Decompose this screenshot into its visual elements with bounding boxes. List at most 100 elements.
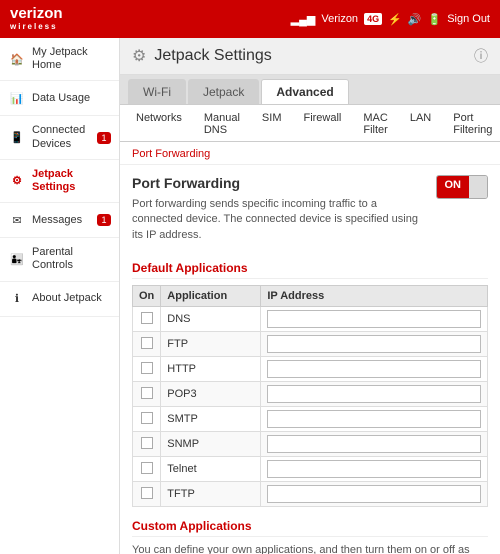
sidebar-item-parental-controls[interactable]: 👨‍👧 Parental Controls — [0, 238, 119, 281]
table-header-row: On Application IP Address — [133, 286, 488, 307]
sub-tab-bar: Networks Manual DNS SIM Firewall MAC Fil… — [120, 105, 500, 142]
default-row-on — [133, 407, 161, 432]
default-row-app: POP3 — [161, 382, 261, 407]
default-row-ip — [261, 382, 488, 407]
checkbox-icon[interactable] — [141, 312, 153, 324]
checkbox-icon[interactable] — [141, 462, 153, 474]
custom-apps-section: Custom Applications You can define your … — [132, 519, 488, 554]
checkbox-icon[interactable] — [141, 487, 153, 499]
default-row-ip — [261, 457, 488, 482]
connected-devices-badge: 1 — [97, 132, 111, 144]
subtab-manual-dns[interactable]: Manual DNS — [196, 109, 248, 141]
breadcrumb-bar: Port Forwarding — [120, 142, 500, 165]
lte-badge: 4G — [364, 13, 382, 25]
checkbox-icon[interactable] — [141, 412, 153, 424]
messages-icon: ✉ — [8, 211, 26, 229]
col-on: On — [133, 286, 161, 307]
default-row-app: Telnet — [161, 457, 261, 482]
default-row-app: DNS — [161, 307, 261, 332]
default-row-ip — [261, 357, 488, 382]
default-apps-table: On Application IP Address DNS FTP HTTP P… — [132, 285, 488, 507]
table-row: Telnet — [133, 457, 488, 482]
volume-icon: 🔊 — [408, 13, 422, 26]
port-forwarding-text: Port Forwarding Port forwarding sends sp… — [132, 175, 436, 251]
default-ip-input[interactable] — [267, 360, 481, 378]
default-ip-input[interactable] — [267, 410, 481, 428]
subtab-port-filtering[interactable]: Port Filtering — [445, 109, 500, 141]
table-row: POP3 — [133, 382, 488, 407]
default-row-app: HTTP — [161, 357, 261, 382]
devices-icon: 📱 — [8, 129, 26, 147]
default-ip-input[interactable] — [267, 435, 481, 453]
layout: 🏠 My Jetpack Home 📊 Data Usage 📱 Connect… — [0, 38, 500, 554]
parental-icon: 👨‍👧 — [8, 250, 26, 268]
breadcrumb[interactable]: Port Forwarding — [132, 148, 210, 160]
sidebar-item-about-jetpack[interactable]: ℹ About Jetpack — [0, 282, 119, 317]
home-icon: 🏠 — [8, 50, 26, 68]
default-ip-input[interactable] — [267, 485, 481, 503]
checkbox-icon[interactable] — [141, 362, 153, 374]
main-content: ⚙ Jetpack Settings ⓘ Wi-Fi Jetpack Advan… — [120, 38, 500, 554]
default-apps-body: DNS FTP HTTP POP3 SMTP SNMP Telnet — [133, 307, 488, 507]
default-ip-input[interactable] — [267, 460, 481, 478]
sidebar-item-data-usage[interactable]: 📊 Data Usage — [0, 81, 119, 116]
tab-advanced[interactable]: Advanced — [261, 79, 348, 104]
subtab-lan[interactable]: LAN — [402, 109, 439, 141]
default-row-on — [133, 307, 161, 332]
sign-out-button[interactable]: Sign Out — [447, 13, 490, 25]
default-row-app: SNMP — [161, 432, 261, 457]
sidebar-item-messages[interactable]: ✉ Messages 1 — [0, 203, 119, 238]
tab-bar: Wi-Fi Jetpack Advanced — [120, 75, 500, 105]
table-row: SMTP — [133, 407, 488, 432]
default-row-on — [133, 432, 161, 457]
page-info-icon[interactable]: ⓘ — [474, 46, 488, 66]
default-ip-input[interactable] — [267, 335, 481, 353]
default-row-app: SMTP — [161, 407, 261, 432]
default-row-app: FTP — [161, 332, 261, 357]
default-ip-input[interactable] — [267, 310, 481, 328]
page-title: Jetpack Settings — [154, 47, 271, 65]
settings-icon: ⚙ — [8, 172, 26, 190]
default-row-ip — [261, 407, 488, 432]
sidebar-item-my-jetpack-home[interactable]: 🏠 My Jetpack Home — [0, 38, 119, 81]
page-header: ⚙ Jetpack Settings ⓘ — [120, 38, 500, 75]
subtab-mac-filter[interactable]: MAC Filter — [355, 109, 395, 141]
checkbox-icon[interactable] — [141, 437, 153, 449]
logo: verizon wireless — [10, 6, 63, 31]
info-sidebar-icon: ℹ — [8, 290, 26, 308]
col-application: Application — [161, 286, 261, 307]
default-row-on — [133, 357, 161, 382]
custom-apps-title: Custom Applications — [132, 519, 488, 537]
default-ip-input[interactable] — [267, 385, 481, 403]
header: verizon wireless ▂▄▆ Verizon 4G ⚡ 🔊 🔋 Si… — [0, 0, 500, 38]
default-row-ip — [261, 307, 488, 332]
checkbox-icon[interactable] — [141, 387, 153, 399]
subtab-sim[interactable]: SIM — [254, 109, 290, 141]
carrier-label: Verizon — [321, 13, 358, 25]
messages-badge: 1 — [97, 214, 111, 226]
subtab-networks[interactable]: Networks — [128, 109, 190, 141]
sidebar-item-jetpack-settings[interactable]: ⚙ Jetpack Settings — [0, 160, 119, 203]
toggle-handle[interactable] — [469, 176, 487, 198]
tab-wifi[interactable]: Wi-Fi — [128, 79, 186, 104]
chart-icon: 📊 — [8, 89, 26, 107]
custom-apps-desc: You can define your own applications, an… — [132, 543, 488, 554]
default-row-on — [133, 382, 161, 407]
tab-jetpack[interactable]: Jetpack — [188, 79, 259, 104]
content-area: Port Forwarding Port forwarding sends sp… — [120, 165, 500, 554]
table-row: SNMP — [133, 432, 488, 457]
subtab-firewall[interactable]: Firewall — [295, 109, 349, 141]
battery-icon: 🔋 — [427, 13, 441, 26]
port-forwarding-toggle[interactable]: ON — [436, 175, 489, 199]
signal-icon: ▂▄▆ — [291, 13, 316, 26]
table-row: TFTP — [133, 482, 488, 507]
default-row-app: TFTP — [161, 482, 261, 507]
toggle-on-label[interactable]: ON — [437, 176, 470, 198]
checkbox-icon[interactable] — [141, 337, 153, 349]
port-forwarding-desc: Port forwarding sends specific incoming … — [132, 197, 426, 243]
sidebar-item-connected-devices[interactable]: 📱 Connected Devices 1 — [0, 116, 119, 159]
port-forwarding-title: Port Forwarding — [132, 175, 426, 191]
default-row-on — [133, 332, 161, 357]
page-gear-icon: ⚙ — [132, 46, 146, 66]
default-row-ip — [261, 432, 488, 457]
